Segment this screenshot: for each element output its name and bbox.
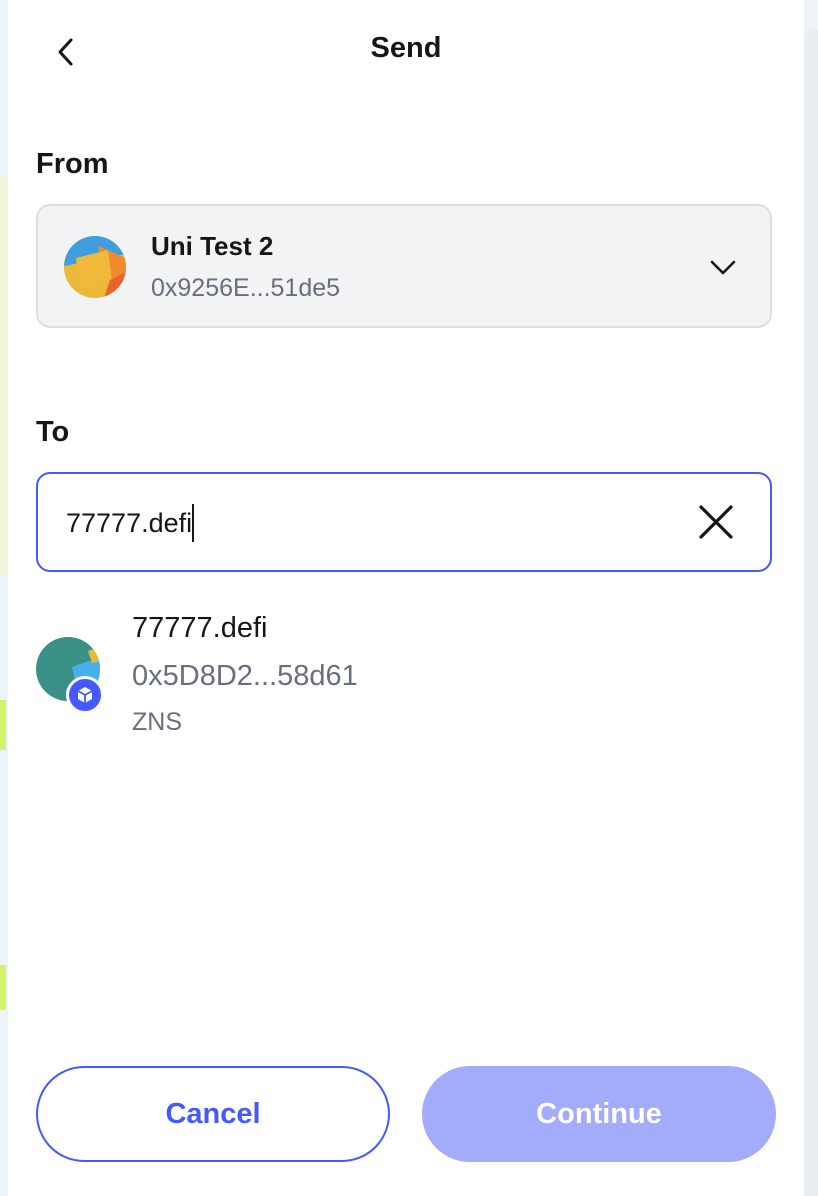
from-account-selector[interactable]: Uni Test 2 0x9256E...51de5	[36, 204, 772, 328]
background-decoration	[802, 30, 818, 1196]
continue-button[interactable]: Continue	[422, 1066, 776, 1162]
to-label: To	[36, 416, 70, 448]
background-decoration	[0, 965, 6, 1010]
page-title: Send	[370, 32, 442, 64]
text-cursor	[192, 504, 194, 542]
account-avatar	[64, 236, 126, 298]
recipient-source: ZNS	[132, 708, 182, 736]
background-decoration	[0, 175, 8, 575]
send-dialog: Send From Uni Test 2 0x9256E...51de5 To	[8, 0, 804, 1196]
recipient-field	[36, 472, 772, 572]
zns-badge-icon	[66, 676, 104, 714]
dialog-header: Send	[8, 0, 804, 100]
recipient-address: 0x5D8D2...58d61	[132, 660, 358, 692]
clear-input-button[interactable]	[696, 502, 736, 542]
recipient-name: 77777.defi	[132, 612, 268, 644]
account-name: Uni Test 2	[151, 231, 274, 261]
background-decoration	[0, 700, 6, 750]
account-address: 0x9256E...51de5	[151, 274, 341, 302]
chevron-down-icon	[710, 260, 736, 275]
close-icon	[699, 505, 733, 539]
cancel-button[interactable]: Cancel	[36, 1066, 390, 1162]
from-label: From	[36, 148, 109, 180]
recipient-result-item[interactable]: 77777.defi 0x5D8D2...58d61 ZNS	[28, 604, 788, 752]
recipient-input[interactable]	[66, 503, 666, 543]
